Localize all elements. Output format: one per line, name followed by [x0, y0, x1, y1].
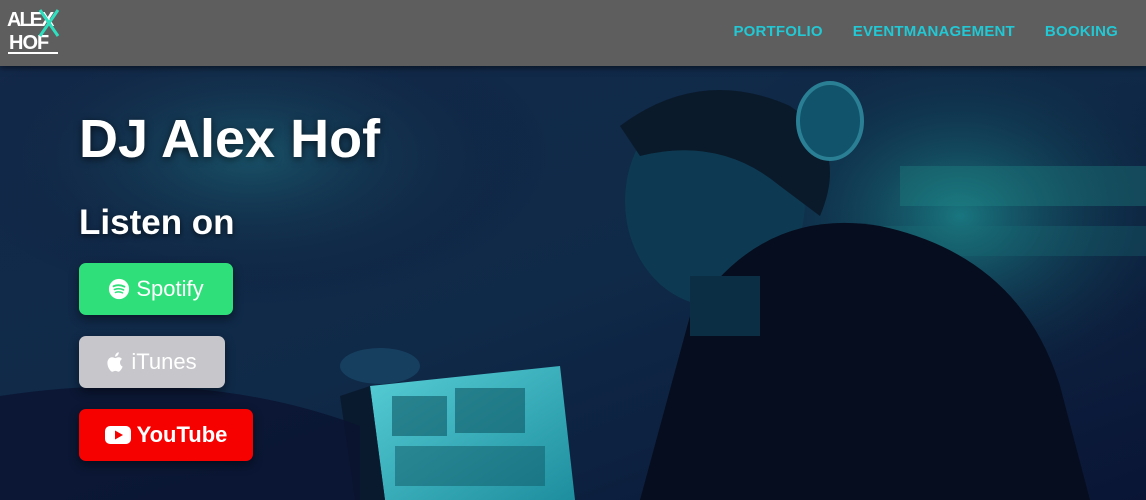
itunes-button[interactable]: iTunes	[79, 336, 225, 388]
youtube-icon	[104, 425, 131, 445]
nav-eventmanagement[interactable]: EVENTMANAGEMENT	[853, 23, 1015, 40]
main-nav: PORTFOLIO EVENTMANAGEMENT BOOKING	[733, 0, 1118, 62]
logo-line2: HOF	[9, 32, 49, 54]
alex-hof-logo[interactable]: ALEX HOF	[6, 6, 62, 56]
nav-portfolio[interactable]: PORTFOLIO	[733, 23, 822, 40]
youtube-label: YouTube	[136, 422, 228, 447]
spotify-icon	[108, 278, 130, 300]
youtube-button[interactable]: YouTube	[79, 409, 253, 461]
apple-icon	[107, 351, 125, 373]
nav-booking[interactable]: BOOKING	[1045, 23, 1118, 40]
spotify-button[interactable]: Spotify	[79, 263, 233, 315]
itunes-label: iTunes	[131, 349, 197, 374]
page-title: DJ Alex Hof	[79, 109, 381, 169]
top-navbar: ALEX HOF PORTFOLIO EVENTMANAGEMENT BOOKI…	[0, 0, 1146, 66]
spotify-label: Spotify	[136, 276, 204, 301]
listen-on-heading: Listen on	[79, 203, 235, 242]
